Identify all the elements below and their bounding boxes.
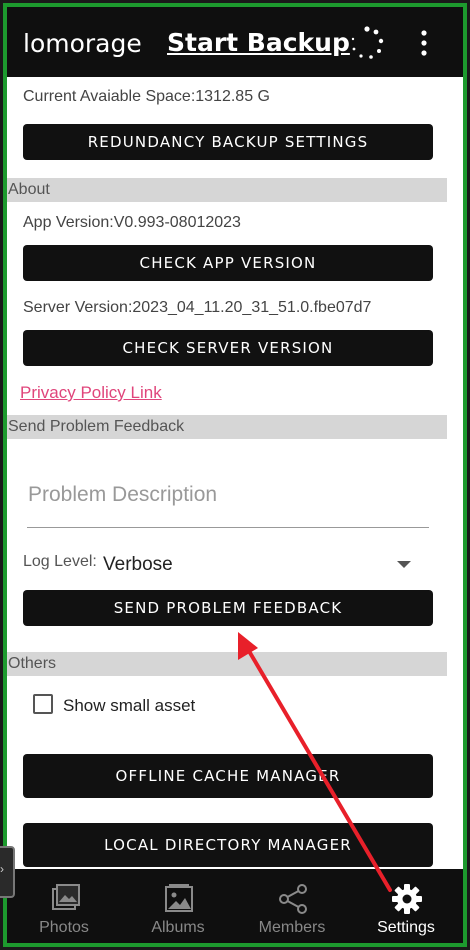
about-section-header: About	[7, 178, 447, 202]
nav-label-photos: Photos	[39, 919, 89, 936]
nav-albums[interactable]: Albums	[121, 869, 235, 943]
feedback-section-header: Send Problem Feedback	[7, 415, 447, 439]
nav-label-settings: Settings	[377, 919, 435, 936]
privacy-policy-link[interactable]: Privacy Policy Link	[20, 383, 162, 403]
share-icon	[279, 884, 307, 914]
show-small-asset-label: Show small asset	[63, 696, 196, 715]
app-version-text: App Version:V0.993-08012023	[23, 214, 241, 231]
problem-description-input[interactable]	[27, 462, 429, 528]
check-server-version-button[interactable]: CHECK SERVER VERSION	[23, 330, 433, 366]
send-problem-feedback-button[interactable]: SEND PROBLEM FEEDBACK	[23, 590, 433, 626]
log-level-value: Verbose	[103, 554, 173, 575]
photos-icon	[52, 884, 80, 910]
offline-cache-manager-button[interactable]: OFFLINE CACHE MANAGER	[23, 754, 433, 798]
app-bar: lomorage Start Backup	[7, 7, 463, 77]
refresh-icon[interactable]	[349, 25, 385, 61]
nav-members[interactable]: Members	[235, 869, 349, 943]
chevron-right-icon: ›	[0, 862, 4, 876]
nav-settings[interactable]: Settings	[349, 869, 463, 943]
check-app-version-button[interactable]: CHECK APP VERSION	[23, 245, 433, 281]
gear-icon	[392, 884, 422, 914]
nav-photos[interactable]: Photos	[7, 869, 121, 943]
local-directory-manager-button[interactable]: LOCAL DIRECTORY MANAGER	[23, 823, 433, 867]
dropdown-arrow-icon	[397, 561, 411, 568]
more-vert-icon[interactable]	[415, 29, 433, 57]
start-backup-button[interactable]: Start Backup	[167, 28, 350, 57]
app-title: lomorage	[23, 29, 142, 58]
show-small-asset-checkbox[interactable]	[33, 694, 53, 714]
log-level-label: Log Level:	[23, 553, 97, 570]
nav-label-members: Members	[258, 919, 326, 936]
side-drawer-handle[interactable]: ›	[0, 846, 15, 898]
bottom-navigation: Photos Albums Members Settings	[7, 869, 463, 943]
others-section-header: Others	[7, 652, 447, 676]
server-version-text: Server Version:2023_04_11.20_31_51.0.fbe…	[23, 299, 372, 316]
settings-content: Current Avaiable Space:1312.85 G REDUNDA…	[7, 77, 463, 869]
albums-icon	[165, 884, 193, 912]
redundancy-backup-settings-button[interactable]: REDUNDANCY BACKUP SETTINGS	[23, 124, 433, 160]
nav-label-albums: Albums	[151, 919, 205, 936]
available-space-text: Current Avaiable Space:1312.85 G	[23, 88, 270, 105]
phone-frame: lomorage Start Backup Current Avaiable S…	[3, 3, 467, 947]
